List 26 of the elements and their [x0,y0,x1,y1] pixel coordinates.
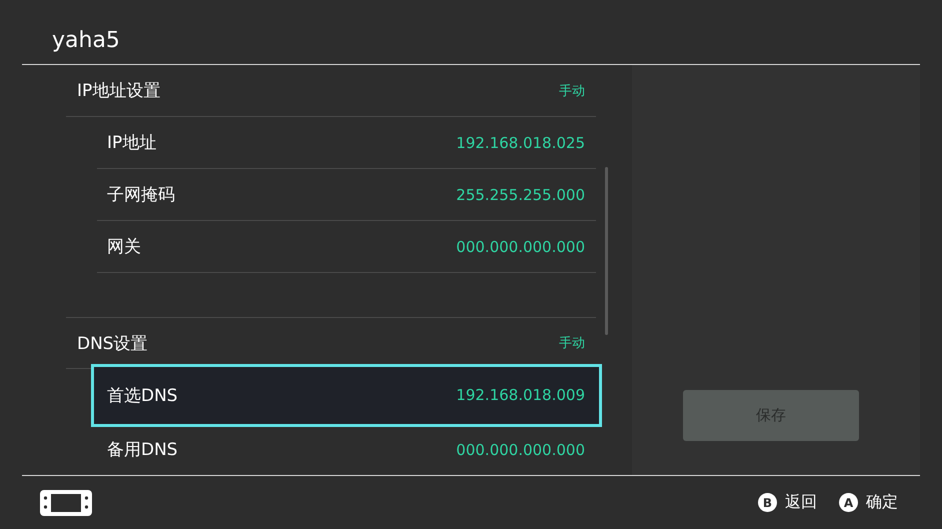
setting-value: 000.000.000.000 [456,440,585,458]
window-title: yaha5 [51,27,121,54]
settings-row[interactable]: 子网掩码 255.255.255.000 [97,169,596,221]
section-mode: 手动 [559,82,585,100]
handheld-console-icon [40,490,92,516]
settings-row[interactable]: 首选DNS 192.168.018.009 [94,367,599,424]
setting-value: 255.255.255.000 [456,186,585,204]
controller-button-icon: B [758,493,777,512]
section-title: DNS设置 [77,332,148,354]
button-hint[interactable]: 确定 [866,492,898,513]
scrollbar[interactable] [605,167,608,335]
setting-label: 子网掩码 [107,184,175,206]
settings-row[interactable]: IP地址 192.168.018.025 [97,117,596,169]
controller-button-icon: A [839,493,858,512]
setting-value: 192.168.018.009 [456,386,585,404]
setting-label: 网关 [107,236,141,258]
setting-label: IP地址 [107,132,156,154]
setting-label: 备用DNS [107,439,178,461]
settings-row[interactable]: 备用DNS 000.000.000.000 [97,424,596,475]
setting-value: 192.168.018.025 [456,134,585,152]
section-title: IP地址设置 [77,80,160,102]
setting-label: 首选DNS [107,384,178,406]
settings-row[interactable]: 网关 000.000.000.000 [97,221,596,273]
setting-value: 000.000.000.000 [456,238,585,256]
button-hint[interactable]: 返回 [785,492,817,513]
section-mode: 手动 [559,335,585,352]
